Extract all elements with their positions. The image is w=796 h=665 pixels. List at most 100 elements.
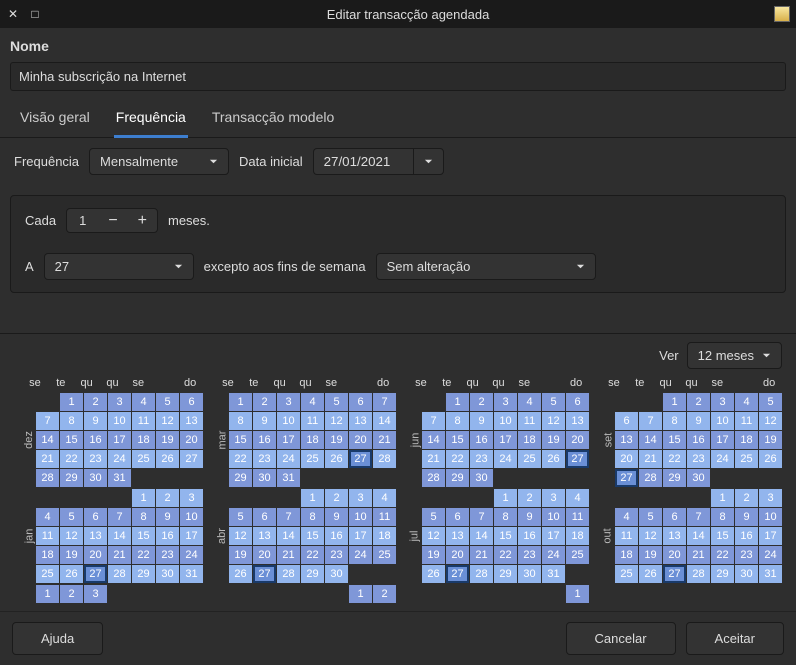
weekday-header bbox=[344, 375, 370, 391]
calendar-day: 28 bbox=[36, 469, 59, 487]
calendar-day: 3 bbox=[108, 393, 131, 411]
weekday-header: qu bbox=[267, 375, 293, 391]
calendar-day: 5 bbox=[325, 393, 348, 411]
calendar-day: 15 bbox=[663, 431, 686, 449]
calendar-day: 3 bbox=[84, 585, 107, 603]
weekday-header: se bbox=[511, 375, 537, 391]
weekday-header: do bbox=[756, 375, 782, 391]
calendar-day: 5 bbox=[759, 393, 782, 411]
cancelar-button[interactable]: Cancelar bbox=[566, 622, 676, 655]
tab-frequencia[interactable]: Frequência bbox=[114, 101, 188, 138]
calendar-day: 12 bbox=[229, 527, 252, 545]
calendar-day: 25 bbox=[36, 565, 59, 583]
calendar-day: 11 bbox=[735, 412, 758, 430]
calendar-day: 9 bbox=[735, 508, 758, 526]
calendar-day: 4 bbox=[566, 489, 589, 507]
maximize-icon[interactable]: □ bbox=[28, 7, 42, 21]
calendar-day: 31 bbox=[180, 565, 203, 583]
calendar-day: 20 bbox=[566, 431, 589, 449]
data-inicial-picker[interactable] bbox=[413, 148, 444, 175]
calendar-day: 24 bbox=[108, 450, 131, 468]
calendar-day: 9 bbox=[156, 508, 179, 526]
calendar-day: 31 bbox=[759, 565, 782, 583]
window-title: Editar transacção agendada bbox=[42, 7, 774, 22]
calendar-day: 8 bbox=[494, 508, 517, 526]
calendar-day: 27 bbox=[349, 450, 372, 468]
weekday-header bbox=[151, 375, 177, 391]
plus-button[interactable]: + bbox=[128, 210, 157, 232]
calendar-day: 6 bbox=[253, 508, 276, 526]
calendar-day: 30 bbox=[518, 565, 541, 583]
cada-stepper[interactable]: 1 − + bbox=[66, 208, 158, 233]
calendar-day: 25 bbox=[615, 565, 638, 583]
calendar-day: 21 bbox=[277, 546, 300, 564]
calendar-day: 3 bbox=[349, 489, 372, 507]
calendar-day: 1 bbox=[301, 489, 324, 507]
calendar-day: 6 bbox=[566, 393, 589, 411]
calendar-day: 19 bbox=[229, 546, 252, 564]
calendar-day: 13 bbox=[446, 527, 469, 545]
calendar-day: 21 bbox=[639, 450, 662, 468]
calendar-day: 5 bbox=[60, 508, 83, 526]
calendar-day: 7 bbox=[470, 508, 493, 526]
dia-select[interactable]: 27 bbox=[44, 253, 194, 280]
calendar-day: 31 bbox=[277, 469, 300, 487]
calendar-day: 9 bbox=[325, 508, 348, 526]
weekend-rule-select[interactable]: Sem alteração bbox=[376, 253, 596, 280]
weekday-header: te bbox=[241, 375, 267, 391]
data-inicial-input[interactable] bbox=[313, 148, 413, 175]
calendar-day: 31 bbox=[108, 469, 131, 487]
weekday-header: te bbox=[627, 375, 653, 391]
calendar-day: 24 bbox=[277, 450, 300, 468]
nome-input[interactable] bbox=[10, 62, 786, 91]
calendar-day: 26 bbox=[542, 450, 565, 468]
calendar-day: 7 bbox=[687, 508, 710, 526]
calendar-day: 3 bbox=[759, 489, 782, 507]
weekday-header: qu bbox=[486, 375, 512, 391]
weekday-header bbox=[730, 375, 756, 391]
month-label: out bbox=[602, 528, 614, 543]
calendar-day: 18 bbox=[132, 431, 155, 449]
calendar-day: 25 bbox=[566, 546, 589, 564]
aceitar-button[interactable]: Aceitar bbox=[686, 622, 784, 655]
calendar-day: 28 bbox=[470, 565, 493, 583]
calendar-day: 4 bbox=[132, 393, 155, 411]
data-inicial-label: Data inicial bbox=[239, 154, 303, 169]
month-label: dez bbox=[23, 431, 35, 449]
calendar-day: 14 bbox=[36, 431, 59, 449]
month-label: mar bbox=[216, 431, 228, 450]
calendar-day: 29 bbox=[711, 565, 734, 583]
calendar-day: 15 bbox=[301, 527, 324, 545]
frequencia-select[interactable]: Mensalmente bbox=[89, 148, 229, 175]
weekday-header: qu bbox=[679, 375, 705, 391]
calendar-day: 11 bbox=[132, 412, 155, 430]
meses-label: meses. bbox=[168, 213, 210, 228]
calendar-day: 7 bbox=[639, 412, 662, 430]
calendar-day: 15 bbox=[229, 431, 252, 449]
calendar-day: 17 bbox=[542, 527, 565, 545]
minus-button[interactable]: − bbox=[98, 210, 127, 232]
calendar-day: 6 bbox=[615, 412, 638, 430]
calendar-day: 10 bbox=[542, 508, 565, 526]
excepto-label: excepto aos fins de semana bbox=[204, 259, 366, 274]
tab-transaccao-modelo[interactable]: Transacção modelo bbox=[210, 101, 336, 137]
calendar-day: 5 bbox=[422, 508, 445, 526]
calendar-month: 1234567891011121314151617181920212223242… bbox=[36, 393, 203, 487]
calendar-day: 7 bbox=[422, 412, 445, 430]
ajuda-button[interactable]: Ajuda bbox=[12, 622, 103, 655]
tab-visao-geral[interactable]: Visão geral bbox=[18, 101, 92, 137]
calendar-day: 7 bbox=[373, 393, 396, 411]
calendar-day: 8 bbox=[446, 412, 469, 430]
calendar-day: 1 bbox=[494, 489, 517, 507]
calendar-day: 4 bbox=[735, 393, 758, 411]
calendar-day: 10 bbox=[180, 508, 203, 526]
calendar-day: 18 bbox=[373, 527, 396, 545]
view-range-select[interactable]: 12 meses bbox=[687, 342, 782, 369]
calendar-day: 25 bbox=[132, 450, 155, 468]
calendar-day: 27 bbox=[253, 565, 276, 583]
calendar-day: 4 bbox=[36, 508, 59, 526]
calendar-day: 10 bbox=[349, 508, 372, 526]
close-icon[interactable]: ✕ bbox=[6, 7, 20, 21]
calendar-day: 10 bbox=[711, 412, 734, 430]
calendar-day: 19 bbox=[60, 546, 83, 564]
